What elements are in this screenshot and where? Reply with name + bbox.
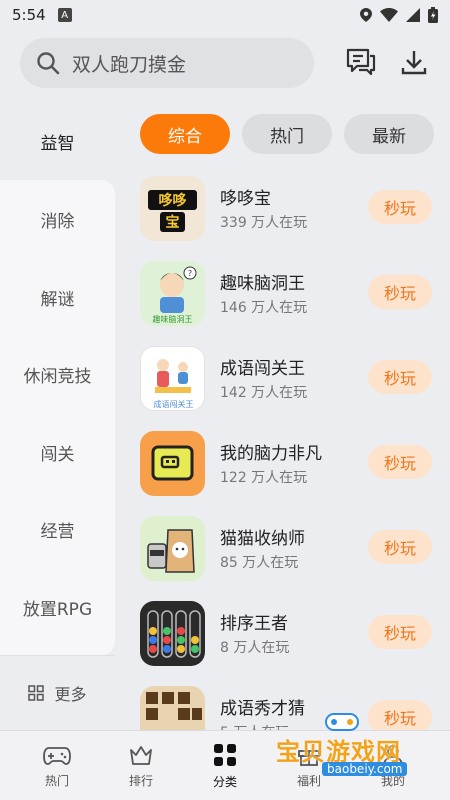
chip-newest[interactable]: 最新 — [344, 114, 434, 154]
tab-hot[interactable]: 热门 — [14, 731, 100, 800]
play-button[interactable]: 秒玩 — [368, 275, 432, 309]
sidebar-item-riddle[interactable]: 解谜 — [0, 258, 115, 336]
icon-text: 成语闯关王 — [154, 399, 194, 409]
tab-category[interactable]: 分类 — [182, 731, 268, 800]
game-players: 85 万人在玩 — [220, 555, 299, 571]
tab-ranking[interactable]: 排行 — [98, 731, 184, 800]
icon-text-bottom: 宝 — [166, 214, 180, 231]
list-item[interactable]: 哆哆 宝 哆哆宝 339 万人在玩 秒玩 — [140, 176, 440, 246]
sidebar-more-label: 更多 — [54, 685, 87, 704]
list-item[interactable]: ? 趣味脑洞王 趣味脑洞王 146 万人在玩 秒玩 — [140, 261, 440, 331]
message-icon — [346, 48, 376, 76]
sidebar-item-label: 消除 — [40, 211, 75, 232]
game-name: 哆哆宝 — [220, 189, 271, 209]
signal-icon — [406, 8, 420, 22]
sidebar-item-label: 放置RPG — [22, 599, 93, 620]
game-players: 142 万人在玩 — [220, 385, 308, 401]
battery-icon — [428, 7, 438, 23]
watermark-url: baobeiy.com — [322, 762, 408, 776]
icon-text: 趣味脑洞王 — [153, 314, 193, 324]
sidebar-item-label: 闯关 — [40, 444, 75, 465]
game-icon: ? 趣味脑洞王 — [140, 261, 205, 326]
list-item[interactable]: 猫猫收纳师 85 万人在玩 秒玩 — [140, 516, 440, 586]
sidebar-item-casual[interactable]: 休闲竞技 — [0, 335, 115, 413]
grid-icon — [28, 685, 45, 701]
game-icon: 成语闯关王 — [140, 346, 205, 411]
wifi-icon — [380, 8, 398, 22]
gamepad-icon — [43, 746, 71, 765]
game-icon: 哆哆 宝 — [140, 176, 205, 241]
sidebar-item-level[interactable]: 闯关 — [0, 413, 115, 491]
status-bar: 5:54 A — [0, 0, 450, 30]
chip-comprehensive[interactable]: 综合 — [140, 114, 230, 154]
game-icon — [140, 516, 205, 581]
location-icon — [360, 8, 372, 22]
sidebar-more-button[interactable]: 更多 — [0, 655, 115, 730]
sidebar-item-label: 经营 — [40, 521, 75, 542]
download-button[interactable] — [398, 46, 430, 78]
sidebar-item-label: 休闲竞技 — [23, 366, 92, 387]
game-name: 猫猫收纳师 — [220, 529, 305, 549]
play-button[interactable]: 秒玩 — [368, 530, 432, 564]
game-name: 我的脑力非凡 — [220, 444, 322, 464]
crown-icon — [130, 745, 152, 765]
game-name: 排序王者 — [220, 614, 288, 634]
search-placeholder: 双人跑刀摸金 — [72, 53, 187, 76]
game-icon — [140, 601, 205, 666]
icon-text-top: 哆哆 — [159, 192, 187, 209]
search-input[interactable]: 双人跑刀摸金 — [20, 38, 314, 88]
site-watermark: 宝贝游戏网 baobeiy.com — [270, 710, 430, 780]
search-icon — [37, 52, 60, 75]
category-sidebar: 益智 消除 解谜 休闲竞技 闯关 经营 放置RPG 更多 — [0, 100, 115, 730]
tab-label: 分类 — [212, 774, 237, 789]
tab-label: 排行 — [128, 773, 153, 788]
sidebar-item-label: 解谜 — [40, 289, 75, 310]
game-name: 趣味脑洞王 — [220, 274, 305, 294]
tab-label: 热门 — [44, 773, 69, 788]
list-item[interactable]: 成语闯关王 成语闯关王 142 万人在玩 秒玩 — [140, 346, 440, 416]
game-players: 122 万人在玩 — [220, 470, 308, 486]
sidebar-item-match[interactable]: 消除 — [0, 180, 115, 258]
controller-logo-icon — [325, 713, 359, 731]
game-players: 8 万人在玩 — [220, 640, 290, 656]
grid-icon — [214, 743, 236, 766]
play-button[interactable]: 秒玩 — [368, 445, 432, 479]
game-icon — [140, 431, 205, 496]
svg-text:?: ? — [188, 269, 192, 278]
game-players: 146 万人在玩 — [220, 300, 308, 316]
download-icon — [401, 51, 427, 75]
filter-chips: 综合 热门 最新 — [140, 114, 434, 154]
list-item[interactable]: 排序王者 8 万人在玩 秒玩 — [140, 601, 440, 671]
list-item[interactable]: 我的脑力非凡 122 万人在玩 秒玩 — [140, 431, 440, 501]
sidebar-item-management[interactable]: 经营 — [0, 490, 115, 568]
notification-icon: A — [57, 8, 72, 22]
sidebar-item-label: 益智 — [40, 133, 75, 154]
status-time: 5:54 — [12, 6, 46, 24]
play-button[interactable]: 秒玩 — [368, 190, 432, 224]
message-button[interactable] — [345, 46, 377, 78]
game-players: 339 万人在玩 — [220, 215, 308, 231]
play-button[interactable]: 秒玩 — [368, 360, 432, 394]
play-button[interactable]: 秒玩 — [368, 615, 432, 649]
chip-hot[interactable]: 热门 — [242, 114, 332, 154]
sidebar-item-puzzle[interactable]: 益智 — [0, 102, 115, 180]
game-name: 成语闯关王 — [220, 359, 305, 379]
sidebar-item-idle-rpg[interactable]: 放置RPG — [0, 568, 115, 646]
